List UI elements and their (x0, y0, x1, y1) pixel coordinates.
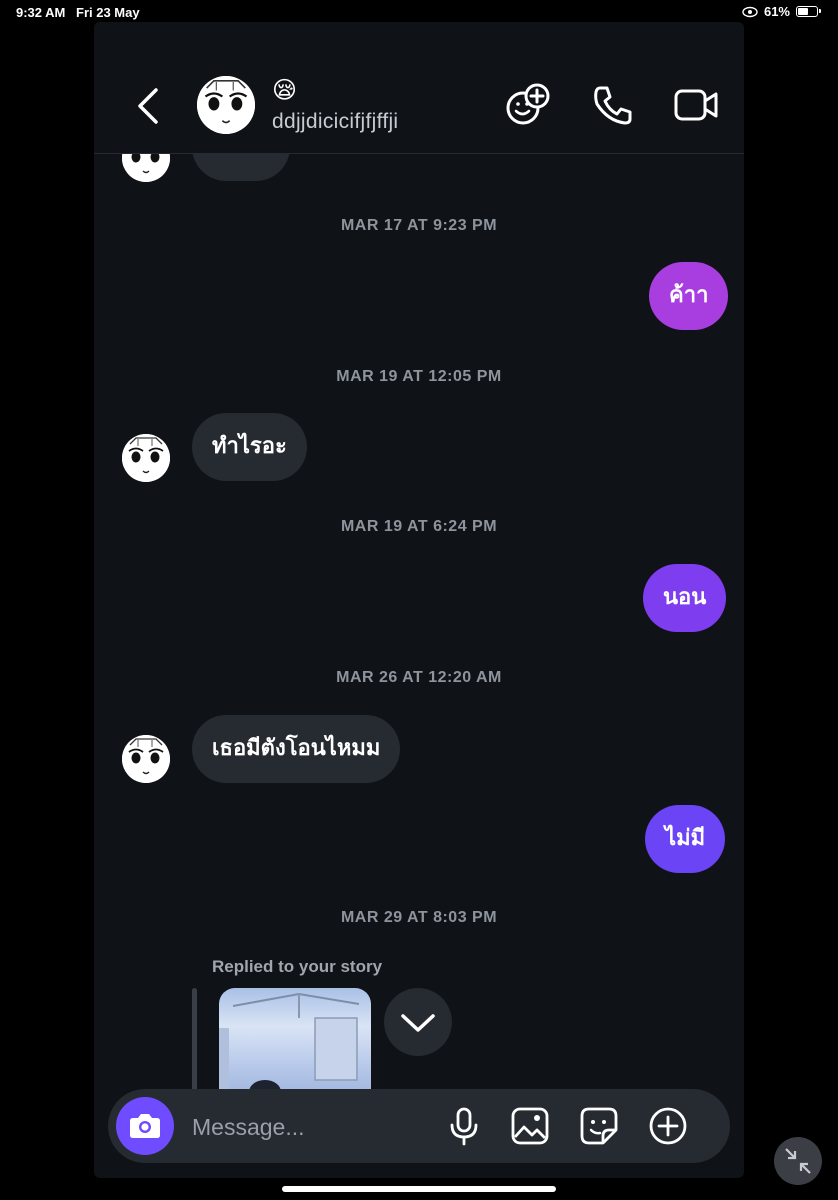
voice-message-button[interactable] (444, 1106, 484, 1146)
battery-fill (798, 8, 808, 15)
story-thumbnail[interactable] (219, 988, 371, 1098)
sticker-button[interactable] (579, 1106, 619, 1146)
message-composer (108, 1089, 730, 1163)
chat-header: 😪 ddjjdicicifjfjffji (94, 22, 744, 154)
timestamp: MAR 29 AT 8:03 PM (340, 909, 498, 926)
timestamp: MAR 19 AT 6:24 PM (340, 518, 498, 535)
timestamp: MAR 17 AT 9:23 PM (340, 217, 498, 234)
sticker-icon (580, 1107, 618, 1145)
scroll-down-button[interactable] (384, 988, 452, 1056)
message-list[interactable]: MAR 17 AT 9:23 PM ค้าา MAR 19 AT 12:05 P… (94, 22, 744, 1178)
battery-icon (796, 6, 821, 17)
message-input[interactable] (190, 1107, 444, 1147)
contact-avatar[interactable] (122, 735, 170, 783)
incoming-message[interactable]: ทำไรอะ (192, 413, 307, 481)
phone-icon (594, 86, 632, 125)
reply-quote-line (192, 988, 197, 1098)
screen-mirroring-icon (742, 6, 758, 17)
incoming-message[interactable]: เธอมีตังโอนไหมม (192, 715, 401, 783)
contact-avatar-large[interactable] (197, 76, 255, 134)
more-options-button[interactable] (648, 1106, 688, 1146)
chevron-down-icon (401, 1014, 435, 1032)
back-button[interactable] (134, 86, 164, 126)
gallery-button[interactable] (510, 1106, 550, 1146)
status-right: 61% (742, 4, 821, 19)
chat-window: MAR 17 AT 9:23 PM ค้าา MAR 19 AT 12:05 P… (94, 22, 744, 1178)
video-camera-icon (674, 89, 718, 121)
status-date: Fri 23 May (76, 5, 140, 20)
minimize-arrows-icon (785, 1148, 811, 1174)
outgoing-message[interactable]: นอน (643, 564, 727, 632)
outgoing-message[interactable]: ไม่มี (645, 805, 726, 873)
status-time: 9:32 AM (16, 5, 66, 20)
minimize-button[interactable] (774, 1137, 822, 1185)
plus-circle-icon (649, 1107, 687, 1145)
battery-percent: 61% (763, 4, 790, 19)
audio-call-button[interactable] (590, 82, 636, 128)
timestamp: MAR 26 AT 12:20 AM (336, 669, 502, 686)
outgoing-message[interactable]: ค้าา (649, 262, 729, 330)
back-chevron-icon (138, 88, 158, 124)
video-call-button[interactable] (673, 82, 719, 128)
contact-avatar[interactable] (122, 434, 170, 482)
microphone-icon (450, 1107, 478, 1146)
home-indicator[interactable] (282, 1186, 556, 1192)
status-emoji: 😪 (272, 77, 298, 104)
story-reply-label: Replied to your story (212, 957, 383, 976)
gallery-icon (511, 1107, 549, 1145)
add-emoji-icon (506, 83, 550, 125)
status-bar: 9:32 AM Fri 23 May 61% (0, 0, 838, 24)
camera-button[interactable] (116, 1097, 174, 1155)
timestamp: MAR 19 AT 12:05 PM (336, 368, 502, 385)
contact-name[interactable]: ddjjdicicifjfjffji (272, 110, 398, 134)
add-emoji-button[interactable] (505, 82, 551, 128)
camera-icon (130, 1114, 160, 1138)
